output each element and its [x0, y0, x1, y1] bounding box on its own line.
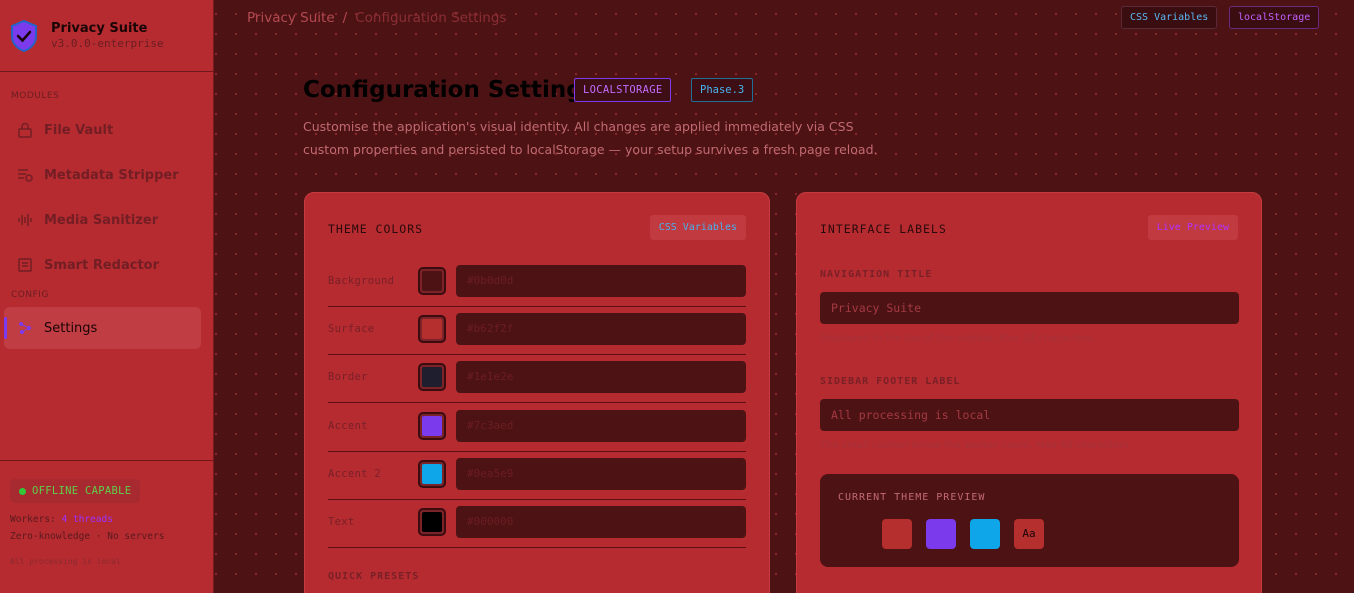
settings-nodes-icon	[16, 319, 34, 337]
color-swatch	[422, 416, 442, 436]
preview-swatch-accent	[926, 519, 956, 549]
color-swatch-picker[interactable]	[418, 315, 446, 343]
color-swatch	[422, 319, 442, 339]
localstorage-chip: localStorage	[1229, 6, 1320, 29]
sidebar-item-metadata-stripper[interactable]: Metadata Stripper	[4, 154, 201, 196]
color-swatch	[422, 271, 442, 291]
offline-badge-label: OFFLINE CAPABLE	[32, 485, 132, 497]
color-label: Surface	[328, 323, 375, 335]
color-row-accent: Accent #7c3aed	[328, 404, 746, 452]
footer-caption: All processing is local	[10, 557, 121, 566]
sidebar-item-smart-redactor[interactable]: Smart Redactor	[4, 244, 201, 286]
color-swatch	[422, 464, 442, 484]
color-label: Accent 2	[328, 468, 381, 480]
shield-check-icon	[11, 19, 37, 52]
preview-swatch-accent-2	[970, 519, 1000, 549]
breadcrumb-separator: /	[342, 10, 348, 26]
status-dot-icon	[19, 487, 26, 495]
workers-value: 4 threads	[61, 514, 113, 525]
hex-input-border[interactable]: #1e1e2e	[456, 361, 746, 393]
preview-swatch-background	[838, 519, 868, 549]
theme-preview-title: CURRENT THEME PREVIEW	[838, 492, 986, 503]
breadcrumb-root[interactable]: Privacy Suite	[247, 10, 335, 26]
color-row-background: Background #0b0d0d	[328, 259, 746, 307]
sidebar-item-media-sanitizer[interactable]: Media Sanitizer	[4, 199, 201, 241]
footer-label-input[interactable]: All processing is local	[820, 399, 1239, 431]
navigation-title-hint: Displayed in the top of the sidebar. Max…	[820, 333, 1095, 344]
interface-labels-card: INTERFACE LABELS Live Preview NAVIGATION…	[796, 192, 1262, 593]
sidebar-item-label: File Vault	[44, 122, 114, 138]
footer-label-label: SIDEBAR FOOTER LABEL	[820, 376, 961, 387]
quick-presets-label: QUICK PRESETS	[328, 571, 420, 582]
color-label: Accent	[328, 420, 368, 432]
phase-tag: Phase.3	[691, 78, 754, 102]
sidebar-item-label: Settings	[44, 320, 98, 336]
css-variables-chip: CSS Variables	[1121, 6, 1218, 29]
sidebar-footer: OFFLINE CAPABLE Workers: 4 threads Zero-…	[0, 460, 213, 593]
config-section-label: CONFIG	[11, 290, 49, 300]
preview-swatch-surface	[882, 519, 912, 549]
color-row-text: Text #000000	[328, 500, 746, 548]
hex-input-text[interactable]: #000000	[456, 506, 746, 538]
sidebar-item-label: Metadata Stripper	[44, 167, 179, 183]
color-row-border: Border #1e1e2e	[328, 355, 746, 403]
interface-labels-heading: INTERFACE LABELS	[820, 222, 947, 236]
color-swatch-picker[interactable]	[418, 460, 446, 488]
hex-input-accent[interactable]: #7c3aed	[456, 410, 746, 442]
color-swatch-picker[interactable]	[418, 508, 446, 536]
color-label: Background	[328, 275, 395, 287]
brand-header: Privacy Suite v3.0.0-enterprise	[0, 0, 213, 72]
page-description: Customise the application's visual ident…	[303, 119, 878, 157]
strip-lines-icon	[16, 166, 34, 184]
workers-prefix: Workers:	[10, 514, 56, 525]
css-variables-badge: CSS Variables	[649, 215, 746, 240]
color-swatch-picker[interactable]	[418, 412, 446, 440]
workers-line: Workers: 4 threads	[10, 513, 203, 526]
theme-preview-box: CURRENT THEME PREVIEW Aa	[820, 474, 1239, 567]
color-swatch-picker[interactable]	[418, 363, 446, 391]
live-preview-badge: Live Preview	[1147, 215, 1238, 240]
color-label: Border	[328, 371, 368, 383]
brand-version: v3.0.0-enterprise	[51, 36, 164, 50]
color-swatch	[422, 512, 442, 532]
offline-badge: OFFLINE CAPABLE	[10, 479, 141, 503]
lock-icon	[16, 121, 34, 139]
sidebar-item-label: Media Sanitizer	[44, 212, 159, 228]
breadcrumb-current: Configuration Settings	[355, 10, 507, 26]
localstorage-tag: LOCALSTORAGE	[574, 78, 672, 102]
footer-label-hint: The small caption below the worker count…	[820, 440, 1133, 451]
modules-section-label: MODULES	[11, 91, 60, 101]
color-swatch-picker[interactable]	[418, 267, 446, 295]
zero-knowledge-line: Zero-knowledge · No servers	[10, 531, 165, 542]
breadcrumb: Privacy Suite / Configuration Settings	[247, 10, 506, 26]
preview-text-sample: Aa	[1014, 519, 1044, 549]
color-label: Text	[328, 516, 355, 528]
sidebar-item-label: Smart Redactor	[44, 257, 160, 273]
sidebar-item-file-vault[interactable]: File Vault	[4, 109, 201, 151]
document-icon	[16, 256, 34, 274]
navigation-title-input[interactable]: Privacy Suite	[820, 292, 1239, 324]
theme-colors-card: THEME COLORS CSS Variables Background #0…	[304, 192, 770, 593]
brand-title: Privacy Suite	[51, 20, 148, 36]
waveform-icon	[16, 211, 34, 229]
hex-input-surface[interactable]: #b62f2f	[456, 313, 746, 345]
hex-input-background[interactable]: #0b0d0d	[456, 265, 746, 297]
hex-input-accent-2[interactable]: #0ea5e9	[456, 458, 746, 490]
color-swatch	[422, 367, 442, 387]
navigation-title-label: NAVIGATION TITLE	[820, 269, 933, 280]
color-row-surface: Surface #b62f2f	[328, 307, 746, 355]
color-row-accent-2: Accent 2 #0ea5e9	[328, 452, 746, 500]
sidebar: Privacy Suite v3.0.0-enterprise MODULES …	[0, 0, 214, 593]
sidebar-item-settings[interactable]: Settings	[4, 307, 201, 349]
page-title: Configuration Settings	[303, 77, 597, 103]
theme-colors-heading: THEME COLORS	[328, 222, 424, 236]
